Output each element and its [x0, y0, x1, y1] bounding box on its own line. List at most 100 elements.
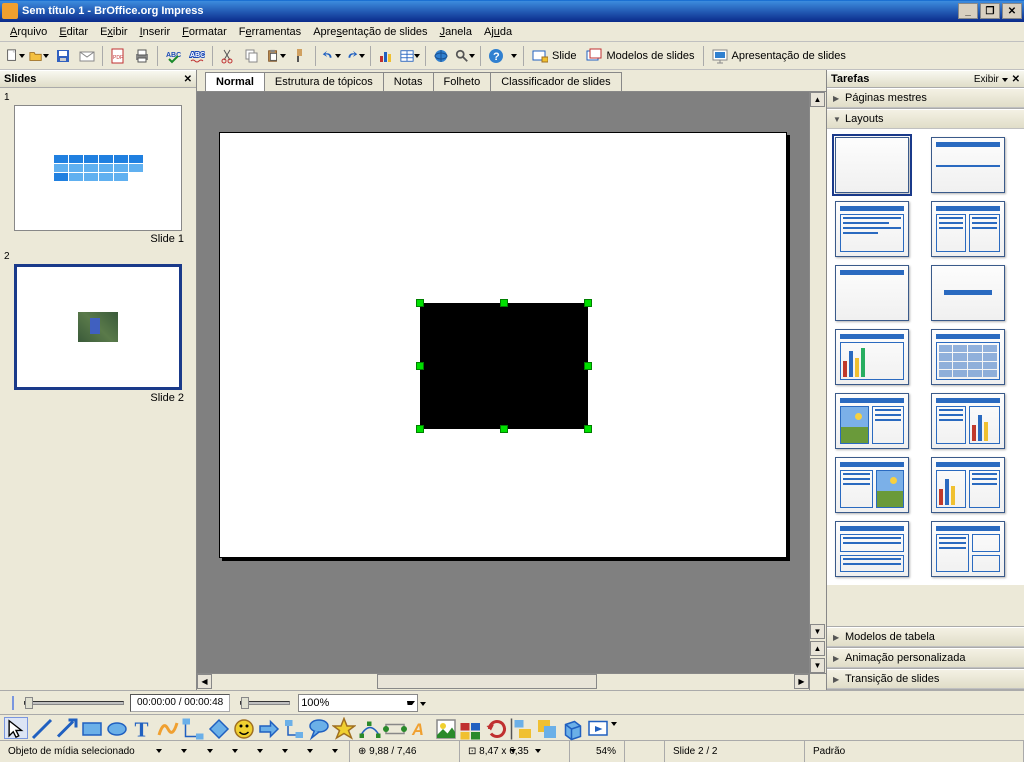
- interaction-tool[interactable]: [586, 717, 610, 739]
- restore-button[interactable]: ❐: [980, 3, 1000, 19]
- resize-handle-sw[interactable]: [416, 425, 424, 433]
- resize-handle-ne[interactable]: [584, 299, 592, 307]
- media-toolbar-overflow[interactable]: [420, 697, 430, 709]
- open-button[interactable]: [28, 45, 50, 67]
- status-insert-mode[interactable]: [625, 741, 665, 762]
- layout-title-text-chart[interactable]: [931, 393, 1005, 449]
- slide-canvas[interactable]: [219, 132, 787, 558]
- symbol-shapes-tool[interactable]: [232, 717, 256, 739]
- slide-item[interactable]: 2 Slide 2: [4, 251, 192, 404]
- callouts-tool[interactable]: [307, 717, 331, 739]
- layout-title-chart-text[interactable]: [931, 457, 1005, 513]
- zoom-button[interactable]: [454, 45, 476, 67]
- layout-blank[interactable]: [835, 137, 909, 193]
- paste-button[interactable]: [265, 45, 287, 67]
- help-button[interactable]: ?: [485, 45, 507, 67]
- menu-inserir[interactable]: Inserir: [134, 24, 177, 40]
- tasks-panel-close[interactable]: ✕: [1012, 74, 1020, 85]
- line-tool[interactable]: [30, 717, 54, 739]
- menu-ferramentas[interactable]: Ferramentas: [233, 24, 307, 40]
- menu-editar[interactable]: Editar: [53, 24, 94, 40]
- prev-slide-button[interactable]: ▲: [810, 641, 825, 656]
- tab-notes[interactable]: Notas: [383, 72, 434, 91]
- resize-handle-e[interactable]: [584, 362, 592, 370]
- task-section-transicao[interactable]: ▶Transição de slides: [827, 669, 1024, 689]
- connector-tool[interactable]: [181, 717, 205, 739]
- flowchart-tool[interactable]: [282, 717, 306, 739]
- next-slide-button[interactable]: ▼: [810, 658, 825, 673]
- autospell-button[interactable]: ABC: [186, 45, 208, 67]
- select-tool[interactable]: [4, 717, 28, 739]
- slide-thumbnail-2[interactable]: [14, 264, 182, 390]
- stars-tool[interactable]: [332, 717, 356, 739]
- scroll-right-button[interactable]: ▶: [794, 674, 809, 689]
- tasks-view-menu[interactable]: Exibir: [974, 74, 1008, 85]
- table-button[interactable]: [399, 45, 421, 67]
- tab-normal[interactable]: Normal: [205, 72, 265, 91]
- ellipse-tool[interactable]: [105, 717, 129, 739]
- print-button[interactable]: [131, 45, 153, 67]
- curve-tool[interactable]: [156, 717, 180, 739]
- points-tool[interactable]: [358, 717, 382, 739]
- status-zoom[interactable]: 54%: [570, 741, 625, 762]
- email-button[interactable]: [76, 45, 98, 67]
- undo-button[interactable]: [320, 45, 342, 67]
- from-file-tool[interactable]: [434, 717, 458, 739]
- menu-arquivo[interactable]: Arquivo: [4, 24, 53, 40]
- close-button[interactable]: ✕: [1002, 3, 1022, 19]
- glue-points-tool[interactable]: [383, 717, 407, 739]
- arrange-tool[interactable]: [535, 717, 559, 739]
- slides-panel-close[interactable]: ✕: [184, 74, 192, 85]
- gallery-tool[interactable]: [459, 717, 483, 739]
- menu-ajuda[interactable]: Ajuda: [478, 24, 518, 40]
- scroll-down-button[interactable]: ▼: [810, 624, 825, 639]
- menu-apresentacao[interactable]: Apresentação de slides: [307, 24, 433, 40]
- resize-handle-nw[interactable]: [416, 299, 424, 307]
- text-tool[interactable]: T: [130, 717, 154, 739]
- scrollbar-thumb[interactable]: [377, 674, 597, 689]
- tab-handout[interactable]: Folheto: [433, 72, 492, 91]
- save-button[interactable]: [52, 45, 74, 67]
- layout-title-chart[interactable]: [835, 329, 909, 385]
- copy-button[interactable]: [241, 45, 263, 67]
- minimize-button[interactable]: _: [958, 3, 978, 19]
- toolbar-overflow[interactable]: [509, 45, 519, 67]
- basic-shapes-tool[interactable]: [207, 717, 231, 739]
- extrusion-tool[interactable]: [561, 717, 585, 739]
- layout-title-table[interactable]: [931, 329, 1005, 385]
- scroll-left-button[interactable]: ◀: [197, 674, 212, 689]
- rotate-tool[interactable]: [485, 717, 509, 739]
- block-arrows-tool[interactable]: [257, 717, 281, 739]
- spellcheck-button[interactable]: ABC: [162, 45, 184, 67]
- resize-handle-w[interactable]: [416, 362, 424, 370]
- slide-thumbnail-1[interactable]: [14, 105, 182, 231]
- resize-handle-n[interactable]: [500, 299, 508, 307]
- status-master[interactable]: Padrão: [805, 741, 1024, 762]
- stop-button[interactable]: [12, 696, 14, 710]
- layout-title-2content[interactable]: [931, 201, 1005, 257]
- layout-title-text-2box[interactable]: [931, 521, 1005, 577]
- slide-item[interactable]: 1 Slide 1: [4, 92, 192, 245]
- export-pdf-button[interactable]: PDF: [107, 45, 129, 67]
- horizontal-scrollbar[interactable]: ◀ ▶: [197, 674, 809, 690]
- volume-slider[interactable]: [240, 701, 290, 705]
- draw-toolbar-overflow[interactable]: [611, 717, 621, 739]
- menu-janela[interactable]: Janela: [434, 24, 478, 40]
- scroll-up-button[interactable]: ▲: [810, 92, 825, 107]
- new-button[interactable]: [4, 45, 26, 67]
- cut-button[interactable]: [217, 45, 239, 67]
- format-paintbrush-button[interactable]: [289, 45, 311, 67]
- media-object[interactable]: [420, 303, 588, 429]
- task-section-animacao[interactable]: ▶Animação personalizada: [827, 648, 1024, 668]
- layout-title-image-text[interactable]: [835, 393, 909, 449]
- position-slider[interactable]: [24, 701, 124, 705]
- chart-button[interactable]: [375, 45, 397, 67]
- layout-title-text-image[interactable]: [835, 457, 909, 513]
- tab-sorter[interactable]: Classificador de slides: [490, 72, 621, 91]
- layout-title-content[interactable]: [835, 201, 909, 257]
- layout-title-only[interactable]: [835, 265, 909, 321]
- slide-button[interactable]: Slide: [528, 48, 580, 64]
- menu-formatar[interactable]: Formatar: [176, 24, 233, 40]
- slide-masters-button[interactable]: Modelos de slides: [582, 48, 698, 64]
- menu-exibir[interactable]: Exibir: [94, 24, 134, 40]
